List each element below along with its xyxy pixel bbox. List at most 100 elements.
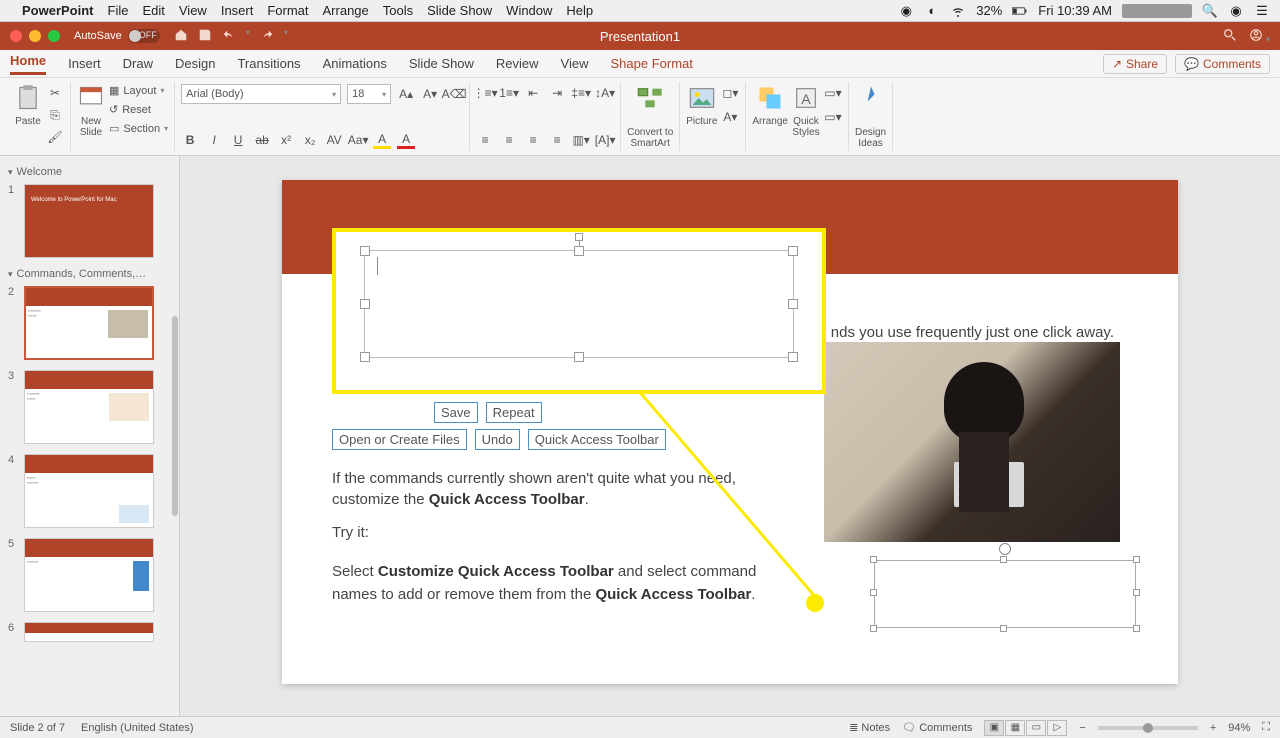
- undo-dropdown[interactable]: ▾: [246, 28, 250, 45]
- tab-design[interactable]: Design: [175, 56, 215, 71]
- underline-button[interactable]: U: [229, 131, 247, 149]
- italic-button[interactable]: I: [205, 131, 223, 149]
- menu-icon[interactable]: ☰: [1254, 3, 1270, 19]
- slideshow-view-icon[interactable]: ▷: [1047, 720, 1067, 736]
- textbox-icon[interactable]: A▾: [721, 108, 739, 126]
- strike-button[interactable]: ab: [253, 131, 271, 149]
- tab-home[interactable]: Home: [10, 53, 46, 75]
- picture-button[interactable]: Picture: [686, 84, 717, 127]
- share-button[interactable]: ↗ Share: [1103, 54, 1167, 74]
- rotate-handle-icon[interactable]: [575, 233, 583, 241]
- clock[interactable]: Fri 10:39 AM: [1038, 3, 1112, 18]
- callout-textbox[interactable]: [364, 250, 794, 358]
- line-spacing-icon[interactable]: ‡≡▾: [572, 84, 590, 102]
- menu-window[interactable]: Window: [506, 3, 552, 18]
- numbering-icon[interactable]: 1≡▾: [500, 84, 518, 102]
- tab-draw[interactable]: Draw: [123, 56, 153, 71]
- text-direction-icon[interactable]: ↕A▾: [596, 84, 614, 102]
- qat-customize[interactable]: ▾: [284, 28, 288, 45]
- tab-shape-format[interactable]: Shape Format: [611, 56, 693, 71]
- normal-view-icon[interactable]: ▣: [984, 720, 1004, 736]
- shape-fill-icon[interactable]: ▭▾: [824, 84, 842, 102]
- char-spacing-icon[interactable]: AV: [325, 131, 343, 149]
- align-text-icon[interactable]: [A]▾: [596, 131, 614, 149]
- rotate-handle-icon[interactable]: [999, 543, 1011, 555]
- bold-button[interactable]: B: [181, 131, 199, 149]
- columns-icon[interactable]: ▥▾: [572, 131, 590, 149]
- bullets-icon[interactable]: ⋮≡▾: [476, 84, 494, 102]
- search-icon[interactable]: [1223, 28, 1237, 45]
- thumbnail-4[interactable]: ▪▪▪▪▪▪▪▪▪▪▪▪▪▪: [24, 454, 154, 528]
- account-icon[interactable]: ▾: [1249, 28, 1270, 45]
- save-icon[interactable]: [198, 28, 212, 45]
- zoom-slider[interactable]: [1098, 726, 1198, 730]
- home-icon[interactable]: [174, 28, 188, 45]
- close-button[interactable]: [10, 30, 22, 42]
- tab-review[interactable]: Review: [496, 56, 539, 71]
- siri-icon[interactable]: ◉: [1228, 3, 1244, 19]
- comments-button[interactable]: 💬 Comments: [1175, 54, 1270, 74]
- thumbnail-6[interactable]: [24, 622, 154, 642]
- tab-insert[interactable]: Insert: [68, 56, 101, 71]
- align-right-icon[interactable]: ≡: [524, 131, 542, 149]
- zoom-in-button[interactable]: +: [1210, 722, 1216, 734]
- battery-icon[interactable]: [1012, 7, 1028, 15]
- shapes-icon[interactable]: ◻▾: [721, 84, 739, 102]
- font-color-icon[interactable]: A: [397, 131, 415, 149]
- copy-icon[interactable]: ⎘: [46, 106, 64, 124]
- zoom-pct[interactable]: 94%: [1228, 722, 1250, 734]
- menu-tools[interactable]: Tools: [383, 3, 413, 18]
- inc-indent-icon[interactable]: ⇥: [548, 84, 566, 102]
- wifi-icon[interactable]: [950, 3, 966, 19]
- reading-view-icon[interactable]: ▭: [1026, 720, 1046, 736]
- dnd-icon[interactable]: ◐: [924, 3, 940, 18]
- font-size-selector[interactable]: 18▾: [347, 84, 391, 104]
- thumbnail-2[interactable]: ▪▪▪▪▪▪▪▪▪▪▪▪▪▪▪: [24, 286, 154, 360]
- quick-styles-button[interactable]: A Quick Styles: [792, 84, 820, 138]
- design-ideas-button[interactable]: [857, 84, 885, 115]
- tab-view[interactable]: View: [561, 56, 589, 71]
- format-painter-icon[interactable]: 🖌: [46, 128, 64, 146]
- paste-button[interactable]: Paste: [14, 84, 42, 127]
- tab-transitions[interactable]: Transitions: [237, 56, 300, 71]
- section-welcome[interactable]: Welcome: [8, 166, 171, 178]
- autosave-toggle[interactable]: AutoSave OFF: [74, 29, 160, 43]
- layout-button[interactable]: ▦ Layout ▾: [109, 84, 164, 97]
- section-commands[interactable]: Commands, Comments,…: [8, 268, 171, 280]
- menu-file[interactable]: File: [108, 3, 129, 18]
- section-button[interactable]: ▭ Section ▾: [109, 122, 168, 135]
- font-selector[interactable]: Arial (Body)▾: [181, 84, 341, 104]
- superscript-button[interactable]: x²: [277, 131, 295, 149]
- app-name[interactable]: PowerPoint: [22, 3, 94, 18]
- shape-outline-icon[interactable]: ▭▾: [824, 108, 842, 126]
- menu-view[interactable]: View: [179, 3, 207, 18]
- change-case-icon[interactable]: Aa▾: [349, 131, 367, 149]
- thumbnail-5[interactable]: ▪▪▪▪▪▪▪▪: [24, 538, 154, 612]
- justify-icon[interactable]: ≡: [548, 131, 566, 149]
- shrink-font-icon[interactable]: A▾: [421, 85, 439, 103]
- menu-insert[interactable]: Insert: [221, 3, 254, 18]
- slide-position[interactable]: Slide 2 of 7: [10, 722, 65, 734]
- thumbnail-3[interactable]: ▪▪▪▪▪▪▪▪▪▪▪▪▪▪▪: [24, 370, 154, 444]
- align-center-icon[interactable]: ≡: [500, 131, 518, 149]
- menu-edit[interactable]: Edit: [142, 3, 164, 18]
- tab-animations[interactable]: Animations: [323, 56, 387, 71]
- spotlight-icon[interactable]: 🔍: [1202, 3, 1218, 19]
- menu-format[interactable]: Format: [267, 3, 308, 18]
- selected-textbox[interactable]: [874, 560, 1136, 628]
- comments-status-button[interactable]: 🗨 Comments: [902, 721, 972, 734]
- smartart-button[interactable]: [636, 84, 664, 115]
- language[interactable]: English (United States): [81, 722, 194, 734]
- sorter-view-icon[interactable]: ▦: [1005, 720, 1025, 736]
- maximize-button[interactable]: [48, 30, 60, 42]
- redo-icon[interactable]: [260, 28, 274, 45]
- zoom-out-button[interactable]: −: [1079, 722, 1085, 734]
- notes-button[interactable]: ≣ Notes: [849, 721, 890, 734]
- align-left-icon[interactable]: ≡: [476, 131, 494, 149]
- thumbnail-1[interactable]: Welcome to PowerPoint for Mac: [24, 184, 154, 258]
- minimize-button[interactable]: [29, 30, 41, 42]
- dec-indent-icon[interactable]: ⇤: [524, 84, 542, 102]
- arrange-button[interactable]: Arrange: [752, 84, 788, 127]
- clear-format-icon[interactable]: A⌫: [445, 85, 463, 103]
- reset-button[interactable]: ↺ Reset: [109, 103, 151, 116]
